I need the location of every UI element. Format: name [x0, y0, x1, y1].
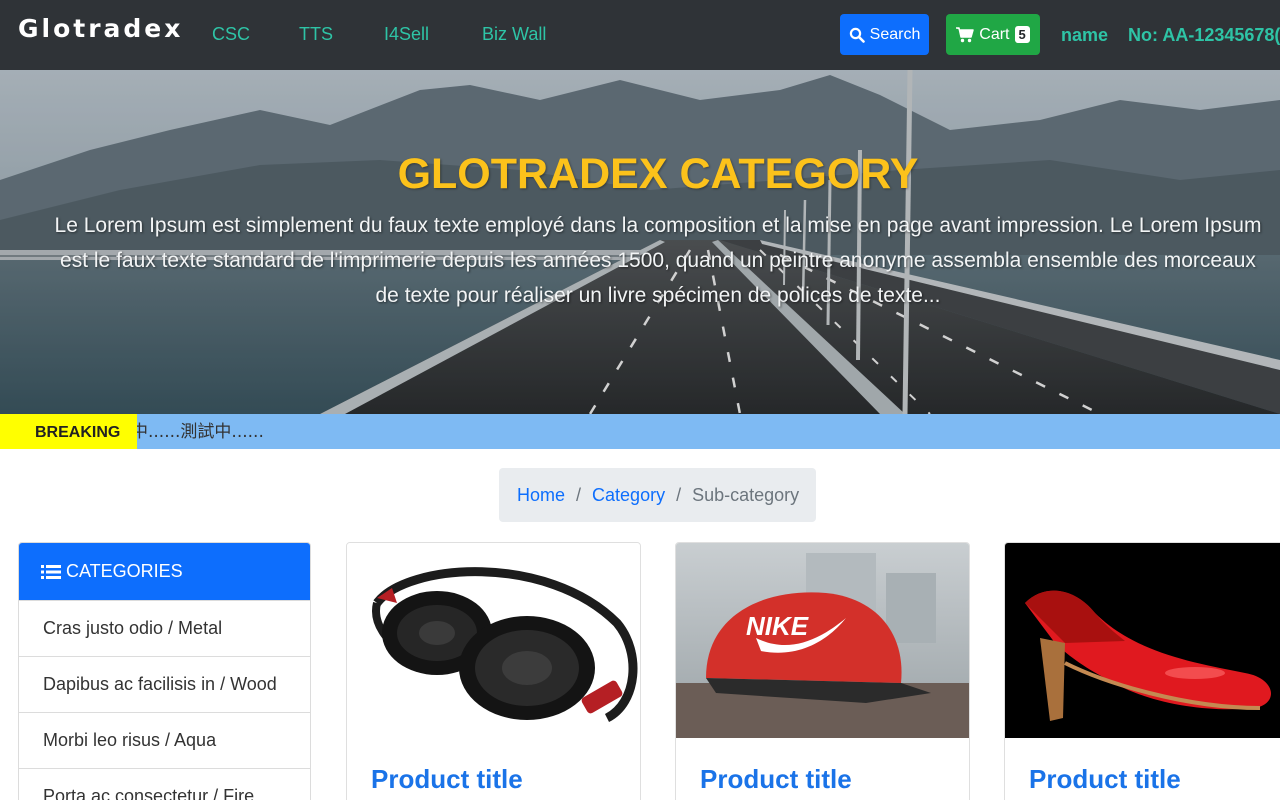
- breadcrumb-category[interactable]: Category: [592, 485, 665, 506]
- category-item-aqua[interactable]: Morbi leo risus / Aqua: [19, 712, 310, 768]
- breaking-news-ticker[interactable]: 中......測試中......: [131, 414, 264, 451]
- product-title[interactable]: Product title: [700, 764, 852, 795]
- categories-header: CATEGORIES: [19, 543, 310, 600]
- search-button-label: Search: [869, 25, 921, 43]
- cart-button[interactable]: Cart 5: [946, 14, 1040, 55]
- high-heel-image-icon: [1005, 543, 1280, 738]
- product-card[interactable]: NIKE Product title: [675, 542, 970, 800]
- category-item-fire[interactable]: Porta ac consectetur / Fire: [19, 768, 310, 800]
- category-item-wood[interactable]: Dapibus ac facilisis in / Wood: [19, 656, 310, 712]
- breadcrumb-separator: /: [676, 484, 682, 505]
- product-card[interactable]: Product title: [1004, 542, 1280, 800]
- breadcrumb-current: Sub-category: [692, 484, 800, 505]
- categories-heading: CATEGORIES: [66, 561, 183, 581]
- headphones-image-icon: [347, 543, 640, 738]
- cart-count-badge: 5: [1014, 26, 1030, 43]
- search-button[interactable]: Search: [840, 14, 929, 55]
- breaking-news-bar: 中......測試中...... BREAKING: [0, 414, 1280, 449]
- breadcrumb-home[interactable]: Home: [517, 485, 565, 506]
- product-title[interactable]: Product title: [371, 764, 523, 795]
- breaking-label: BREAKING: [0, 414, 137, 449]
- breadcrumb-separator: /: [576, 484, 582, 505]
- user-name[interactable]: name: [1061, 25, 1108, 46]
- product-image[interactable]: [1005, 543, 1280, 738]
- user-number: No: AA-12345678(: [1128, 25, 1280, 45]
- category-item-metal[interactable]: Cras justo odio / Metal: [19, 600, 310, 656]
- cart-icon: [956, 26, 975, 42]
- hero-title: GLOTRADEX CATEGORY: [397, 150, 919, 198]
- cart-button-label: Cart: [979, 25, 1010, 43]
- list-icon: [41, 564, 61, 579]
- nav-link-tts[interactable]: TTS: [299, 24, 333, 45]
- hero-banner: GLOTRADEX CATEGORY Le Lorem Ipsum est si…: [0, 70, 1280, 414]
- categories-sidebar: CATEGORIES Cras justo odio / Metal Dapib…: [18, 542, 311, 800]
- nav-link-csc[interactable]: CSC: [212, 24, 250, 45]
- nav-link-biz-wall[interactable]: Biz Wall: [482, 24, 546, 45]
- product-image[interactable]: [347, 543, 640, 738]
- product-title[interactable]: Product title: [1029, 764, 1181, 795]
- nav-link-i4sell[interactable]: I4Sell: [384, 24, 429, 45]
- brand-logo[interactable]: Glotradex: [18, 14, 183, 43]
- product-image[interactable]: NIKE: [676, 543, 969, 738]
- product-card[interactable]: Product title: [346, 542, 641, 800]
- svg-text:NIKE: NIKE: [746, 611, 809, 641]
- hero-description: Le Lorem Ipsum est simplement du faux te…: [54, 214, 1262, 307]
- cap-image-icon: NIKE: [676, 543, 969, 738]
- top-navbar: Glotradex CSC TTS I4Sell Biz Wall Search…: [0, 0, 1280, 70]
- search-icon: [849, 27, 865, 43]
- breadcrumb: Home / Category / Sub-category: [499, 468, 816, 522]
